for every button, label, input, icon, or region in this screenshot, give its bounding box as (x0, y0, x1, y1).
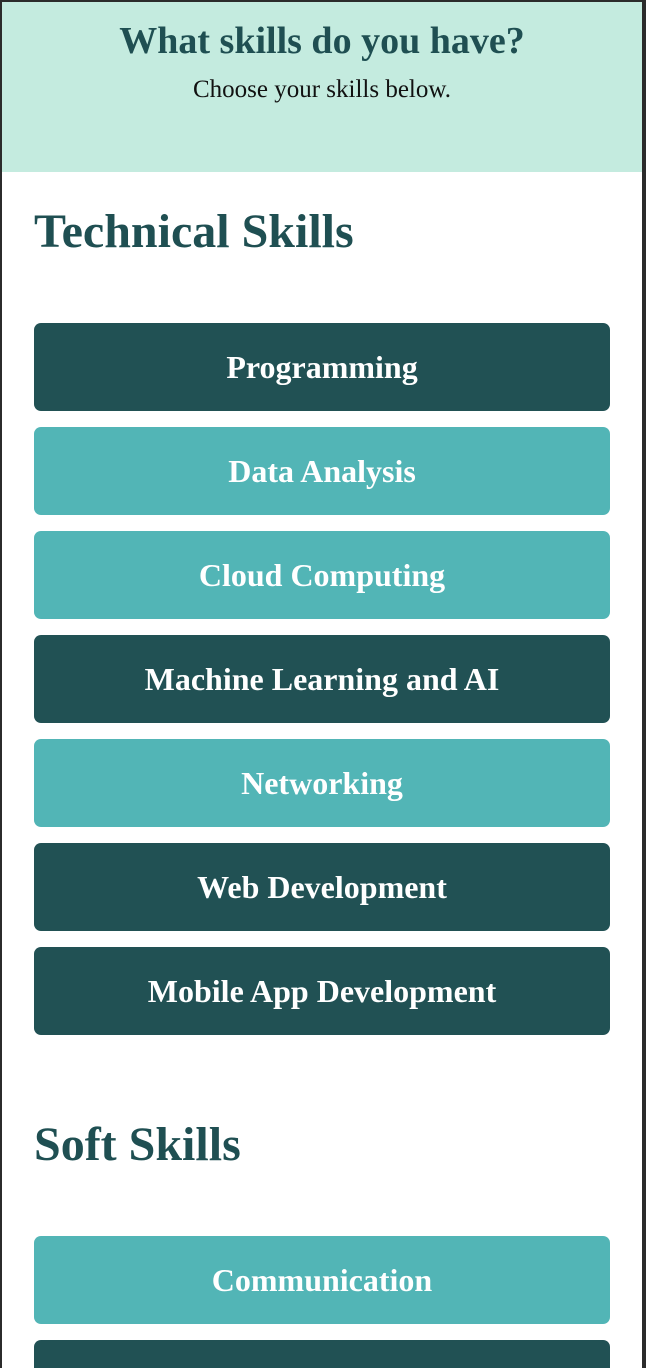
soft-skills-list: Communication Problem-Solving (34, 1236, 610, 1368)
page-subtitle: Choose your skills below. (192, 76, 452, 103)
skill-button-problem-solving[interactable]: Problem-Solving (34, 1340, 610, 1368)
skill-button-communication[interactable]: Communication (34, 1236, 610, 1324)
page-header: What skills do you have? Choose your ski… (2, 2, 642, 172)
soft-skills-heading: Soft Skills (34, 1118, 241, 1171)
skill-button-mobile-app-development[interactable]: Mobile App Development (34, 947, 610, 1035)
main-content: Technical Skills Programming Data Analys… (2, 172, 642, 1368)
skill-button-web-development[interactable]: Web Development (34, 843, 610, 931)
skill-button-data-analysis[interactable]: Data Analysis (34, 427, 610, 515)
skill-button-programming[interactable]: Programming (34, 323, 610, 411)
page-frame: What skills do you have? Choose your ski… (0, 0, 646, 1368)
skill-button-networking[interactable]: Networking (34, 739, 610, 827)
technical-skills-heading: Technical Skills (34, 205, 354, 258)
skill-button-cloud-computing[interactable]: Cloud Computing (34, 531, 610, 619)
technical-skills-list: Programming Data Analysis Cloud Computin… (34, 323, 610, 1035)
skill-button-machine-learning-ai[interactable]: Machine Learning and AI (34, 635, 610, 723)
page-title: What skills do you have? (119, 20, 525, 62)
